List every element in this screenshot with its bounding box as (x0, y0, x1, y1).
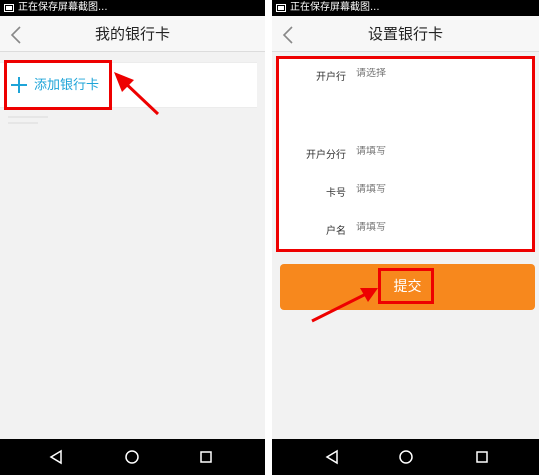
card-number-field-label: 卡号 (326, 188, 346, 199)
title-bar: 我的银行卡 (0, 16, 265, 52)
add-bank-card-label: 添加银行卡 (34, 78, 100, 93)
back-chevron-icon (282, 26, 293, 44)
annotation-arrow-icon (311, 288, 378, 323)
page-title: 我的银行卡 (94, 25, 170, 43)
left-screen: 正在保存屏幕截图... 我的银行卡 添加银行卡 (0, 0, 265, 475)
account-name-input[interactable] (356, 222, 516, 233)
branch-field-label: 开户分行 (306, 150, 346, 161)
screenshot-icon (276, 4, 286, 12)
back-button[interactable] (278, 16, 302, 52)
branch-input[interactable] (356, 146, 516, 157)
nav-recents-icon[interactable] (198, 449, 214, 465)
bank-field-label: 开户行 (316, 72, 346, 83)
nav-home-icon[interactable] (398, 449, 414, 465)
status-text: 正在保存屏幕截图... (290, 2, 380, 13)
annotation-arrow-icon (114, 72, 160, 116)
account-name-field-row: 户名 (276, 222, 535, 242)
status-bar: 正在保存屏幕截图... (0, 0, 265, 16)
title-bar: 设置银行卡 (272, 16, 539, 52)
nav-recents-icon[interactable] (474, 449, 490, 465)
back-chevron-icon (10, 26, 21, 44)
account-name-field-label: 户名 (326, 226, 346, 237)
branch-field-row: 开户分行 (276, 146, 535, 166)
placeholder-lines (8, 116, 48, 128)
nav-back-icon[interactable] (324, 449, 340, 465)
nav-back-icon[interactable] (48, 449, 64, 465)
plus-icon (11, 77, 27, 93)
page-title: 设置银行卡 (367, 25, 443, 43)
back-button[interactable] (6, 16, 30, 52)
screenshot-icon (4, 4, 14, 12)
card-number-field-row: 卡号 (276, 184, 535, 204)
submit-label: 提交 (393, 279, 422, 295)
status-bar: 正在保存屏幕截图... (272, 0, 539, 16)
nav-home-icon[interactable] (124, 449, 140, 465)
right-screen: 正在保存屏幕截图... 设置银行卡 开户行 开户分行 卡号 户名 提交 (272, 0, 539, 475)
bank-field-row[interactable]: 开户行 (276, 68, 535, 88)
bank-select[interactable] (356, 68, 516, 79)
card-number-input[interactable] (356, 184, 516, 195)
bank-card-form: 开户行 开户分行 卡号 户名 (276, 56, 535, 252)
navigation-bar (272, 439, 539, 475)
navigation-bar (0, 439, 265, 475)
status-text: 正在保存屏幕截图... (18, 2, 108, 13)
